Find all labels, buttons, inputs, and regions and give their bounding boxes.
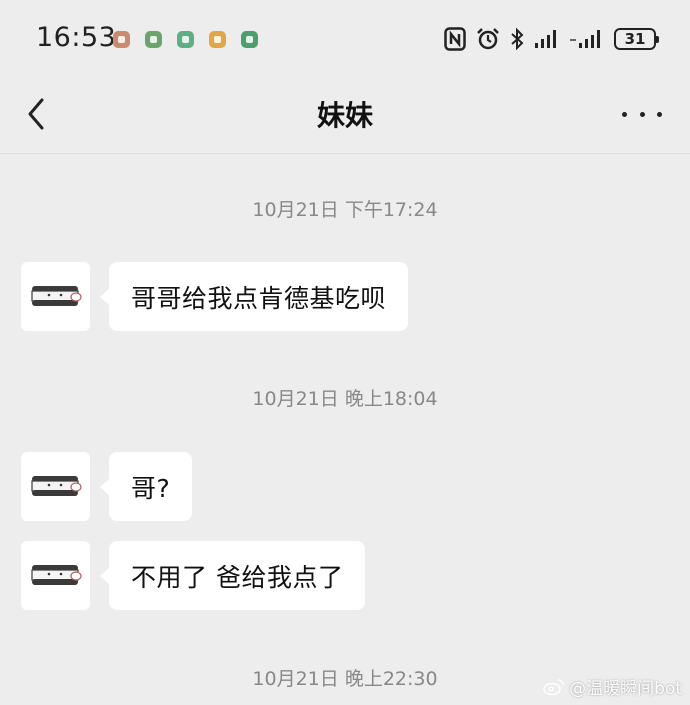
contact-avatar[interactable] [21,541,90,610]
app-notification-icon-3 [177,31,194,48]
app-notification-icon-5 [241,31,258,48]
nfc-icon [444,27,466,51]
cookie-avatar-icon [31,476,82,496]
chat-title: 妹妹 [316,99,373,132]
chat-header: 妹妹 [0,78,690,154]
status-time: 16:53 [36,22,117,53]
app-notification-icon-1 [113,31,130,48]
watermark: @温暖瞬间bot [543,674,682,699]
notification-icons [113,31,258,48]
watermark-text: @温暖瞬间bot [569,679,682,699]
cookie-avatar-icon [31,565,82,585]
message-bubble[interactable]: 不用了 爸给我点了 [99,541,366,610]
cookie-avatar-icon [31,286,82,306]
app-notification-icon-4 [209,31,226,48]
message-bubble[interactable]: 哥? [99,452,193,521]
more-button[interactable] [622,104,662,124]
timestamp: 10月21日 下午17:24 [252,199,438,221]
bluetooth-icon [510,27,524,51]
system-icons: 31 [444,27,659,51]
more-icon [622,111,627,117]
signal-icon-2 [570,29,604,49]
signal-icon [534,29,560,49]
more-icon-dot [657,111,662,117]
contact-avatar[interactable] [21,262,90,331]
battery-icon: 31 [614,28,659,50]
weibo-icon [543,678,564,695]
message-bubble[interactable]: 哥哥给我点肯德基吃呗 [99,262,409,331]
timestamp: 10月21日 晚上18:04 [252,388,438,410]
battery-level: 31 [624,30,646,48]
more-icon-dot [639,111,645,117]
app-notification-icon-2 [145,31,162,48]
status-bar: 16:53 31 [0,0,690,78]
contact-avatar[interactable] [21,452,90,521]
alarm-icon [476,27,500,51]
